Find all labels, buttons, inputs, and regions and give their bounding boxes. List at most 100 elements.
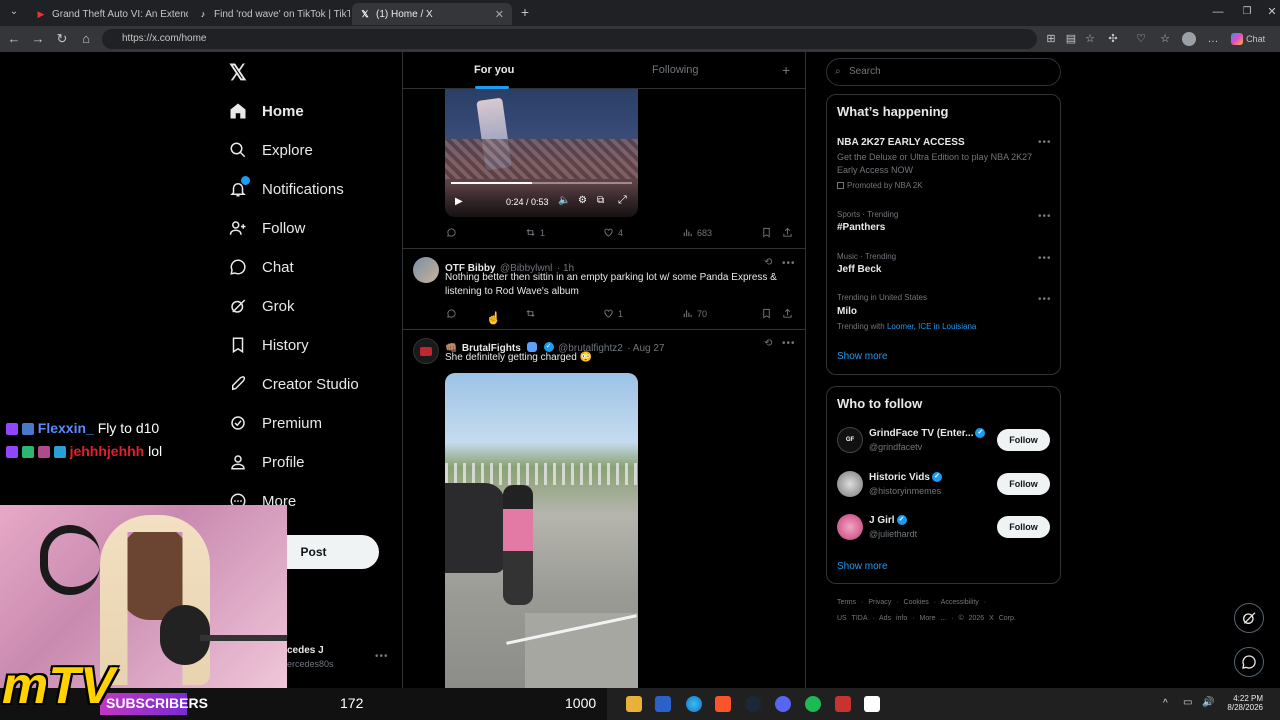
apps-icon[interactable]: ⊞ (1044, 32, 1058, 46)
sidebar-item-home[interactable]: Home (228, 96, 304, 126)
search-input[interactable]: ⌕ Search (826, 58, 1061, 86)
follow-button[interactable]: Follow (997, 473, 1050, 495)
trend-title[interactable]: Jeff Beck (837, 264, 881, 275)
file-explorer-icon[interactable] (626, 696, 642, 712)
reader-icon[interactable]: ▤ (1064, 32, 1078, 46)
sidebar-item-chat[interactable]: Chat (228, 252, 294, 282)
maximize-button[interactable]: ❐ (1239, 4, 1255, 20)
sidebar-item-grok[interactable]: Grok (228, 291, 295, 321)
edge-icon[interactable] (686, 696, 702, 712)
fullscreen-icon[interactable]: ⤢ (618, 194, 627, 207)
tweet-more-icon[interactable]: ••• (782, 258, 796, 269)
pip-icon[interactable]: ⧉ (597, 195, 604, 206)
grok-analyze-icon[interactable]: ⟲ (764, 257, 772, 268)
bookmark-button[interactable] (761, 227, 772, 238)
messages-float-button[interactable] (1234, 647, 1264, 677)
new-tab-button[interactable]: + (517, 4, 533, 20)
trend-title[interactable]: #Panthers (837, 222, 885, 233)
views-button[interactable]: 70 (682, 308, 707, 319)
follow-button[interactable]: Follow (997, 429, 1050, 451)
chevron-up-icon[interactable]: ^ (1163, 698, 1168, 709)
avatar[interactable] (837, 471, 863, 497)
repost-button[interactable] (525, 308, 540, 319)
follow-button[interactable]: Follow (997, 516, 1050, 538)
follow-suggestion-name[interactable]: Historic Vids ✓ (869, 472, 942, 483)
trend-more-icon[interactable]: ••• (1038, 137, 1052, 148)
share-button[interactable] (782, 227, 793, 238)
tweet-media-image[interactable] (445, 373, 638, 688)
tweet-time[interactable]: · Aug 27 (627, 343, 664, 354)
back-icon[interactable]: ← (6, 31, 22, 47)
account-name[interactable]: cedes J (287, 645, 324, 656)
video-player[interactable]: ▶ 0:24 / 0:53 🔈 ⚙ ⧉ ⤢ (445, 89, 638, 217)
show-more-link[interactable]: Show more (837, 561, 888, 572)
app-icon[interactable] (835, 696, 851, 712)
volume-icon[interactable]: 🔊 (1202, 697, 1214, 708)
x-logo-icon[interactable]: 𝕏 (229, 60, 247, 86)
sidebar-item-notifications[interactable]: Notifications (228, 174, 344, 204)
views-button[interactable]: 683 (682, 227, 712, 238)
copilot-button[interactable]: Chat (1231, 32, 1271, 46)
sidebar-item-premium[interactable]: Premium (228, 408, 322, 438)
spotify-icon[interactable] (805, 696, 821, 712)
browser-tab-active[interactable]: 𝕏 (1) Home / X ✕ (352, 3, 512, 25)
settings-more-icon[interactable]: … (1206, 32, 1220, 46)
discord-icon[interactable] (775, 696, 791, 712)
avatar[interactable]: GF (837, 427, 863, 453)
show-more-link[interactable]: Show more (837, 351, 888, 362)
steam-icon[interactable] (745, 696, 761, 712)
share-button[interactable] (782, 308, 793, 319)
brave-icon[interactable] (715, 696, 731, 712)
tweet-more-icon[interactable]: ••• (782, 338, 796, 349)
account-more-icon[interactable]: ••• (375, 651, 389, 662)
trend-more-icon[interactable]: ••• (1038, 294, 1052, 305)
reply-button[interactable] (446, 308, 461, 319)
taskbar-clock[interactable]: 4:22 PM 8/28/2026 (1225, 694, 1263, 712)
add-feed-icon[interactable]: + (782, 62, 790, 78)
trend-more-icon[interactable]: ••• (1038, 253, 1052, 264)
avatar[interactable] (413, 257, 439, 283)
like-button[interactable]: 4 (603, 227, 623, 238)
close-window-button[interactable]: ✕ (1264, 4, 1280, 20)
trend-more-icon[interactable]: ••• (1038, 211, 1052, 222)
avatar[interactable] (837, 514, 863, 540)
extensions-icon[interactable]: ✣ (1106, 32, 1120, 46)
capcut-icon[interactable] (864, 696, 880, 712)
grok-analyze-icon[interactable]: ⟲ (764, 338, 772, 349)
tab-list-button[interactable]: ⌄ (6, 4, 22, 20)
play-icon[interactable]: ▶ (455, 196, 463, 207)
tab-close-icon[interactable]: ✕ (489, 8, 504, 21)
bookmark-button[interactable] (761, 308, 772, 319)
minimize-button[interactable]: — (1210, 4, 1226, 20)
sidebar-item-follow[interactable]: Follow (228, 213, 305, 243)
avatar[interactable] (413, 338, 439, 364)
follow-suggestion-name[interactable]: GrindFace TV (Enter... ✓ (869, 428, 986, 439)
favorites-icon[interactable]: ☆ (1158, 32, 1172, 46)
trend-title[interactable]: Milo (837, 306, 857, 317)
like-button[interactable]: 1 (603, 308, 623, 319)
store-icon[interactable] (655, 696, 671, 712)
refresh-icon[interactable]: ↻ (54, 31, 70, 47)
grok-float-button[interactable] (1234, 603, 1264, 633)
reply-button[interactable] (446, 227, 461, 238)
favorite-star-icon[interactable]: ☆ (1083, 32, 1097, 46)
sidebar-item-creator-studio[interactable]: Creator Studio (228, 369, 359, 399)
browser-tab[interactable]: ♪ Find 'rod wave' on TikTok | TikTok ✕ (190, 3, 350, 25)
sidebar-item-explore[interactable]: Explore (228, 135, 313, 165)
sidebar-item-history[interactable]: History (228, 330, 309, 360)
url-field[interactable]: https://x.com/home (102, 29, 1037, 49)
settings-icon[interactable]: ⚙ (578, 195, 587, 206)
home-browser-icon[interactable]: ⌂ (78, 31, 94, 47)
sidebar-item-profile[interactable]: Profile (228, 447, 305, 477)
tab-following[interactable]: Following (652, 64, 698, 76)
profile-avatar[interactable] (1182, 32, 1196, 46)
forward-icon[interactable]: → (30, 31, 46, 47)
mute-icon[interactable]: 🔈 (558, 195, 570, 206)
tab-for-you[interactable]: For you (474, 64, 514, 76)
repost-button[interactable]: 1 (525, 227, 545, 238)
follow-suggestion-name[interactable]: J Girl ✓ (869, 515, 907, 526)
network-icon[interactable]: ▭ (1183, 697, 1192, 708)
browser-tab[interactable]: ▶ Grand Theft Auto VI: An Extended ✕ (28, 3, 188, 25)
browser-essentials-icon[interactable]: ♡ (1134, 32, 1148, 46)
trend-title[interactable]: NBA 2K27 EARLY ACCESS (837, 137, 965, 148)
